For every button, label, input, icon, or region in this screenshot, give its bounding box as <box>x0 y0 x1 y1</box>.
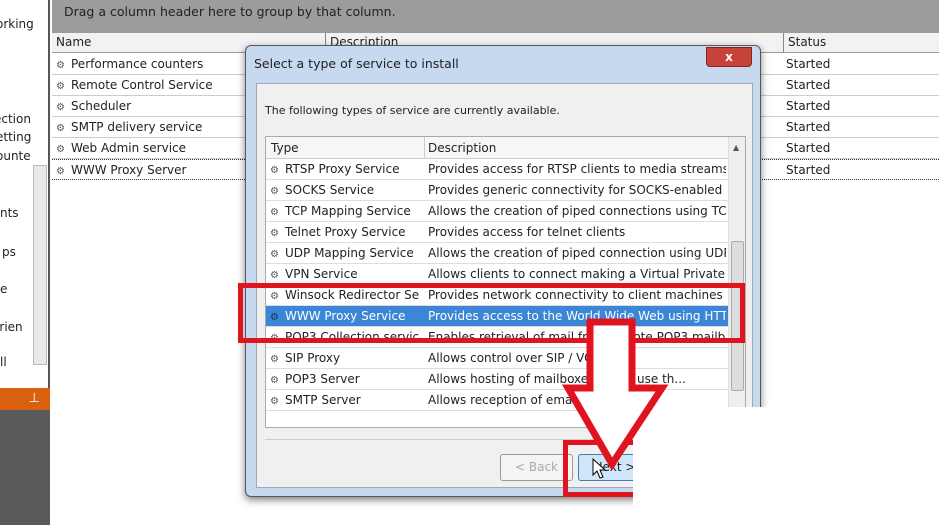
service-type: UDP Mapping Service <box>285 246 414 260</box>
service-name: SMTP delivery service <box>71 120 203 134</box>
sidebar-item[interactable]: ll <box>0 355 26 369</box>
close-button[interactable]: x <box>706 47 752 67</box>
gear-icon: ⚙ <box>270 270 279 281</box>
sidebar-item[interactable]: ps <box>2 245 26 259</box>
service-name: Remote Control Service <box>71 78 213 92</box>
gear-icon: ⚙ <box>270 228 279 239</box>
gear-icon: ⚙ <box>56 81 65 92</box>
service-description: Provides access for telnet clients <box>428 225 626 239</box>
status: Started <box>786 163 831 177</box>
sidebar-item[interactable]: e <box>0 282 26 296</box>
gear-icon: ⚙ <box>56 144 65 155</box>
gear-icon: ⚙ <box>56 123 65 134</box>
service-type: VPN Service <box>285 267 358 281</box>
service-type: TCP Mapping Service <box>285 204 411 218</box>
gear-icon: ⚙ <box>270 396 279 407</box>
column-description[interactable]: Description <box>428 141 496 155</box>
dialog-title: Select a type of service to install <box>254 56 459 71</box>
service-description: Allows the creation of piped connection … <box>428 246 726 260</box>
group-by-area[interactable]: Drag a column header here to group by th… <box>52 0 939 33</box>
status: Started <box>786 99 831 113</box>
sidebar-scrollbar[interactable] <box>33 165 47 365</box>
sidebar-item[interactable]: erien <box>0 320 26 334</box>
mouse-cursor-icon <box>592 458 607 479</box>
gear-icon: ⚙ <box>56 102 65 113</box>
dark-panel <box>0 410 50 525</box>
sidebar-item[interactable]: ounte <box>0 149 31 163</box>
gear-icon: ⚙ <box>270 249 279 260</box>
intro-text: The following types of service are curre… <box>265 104 560 117</box>
sidebar-item[interactable]: orking <box>0 17 34 31</box>
service-type: POP3 Server <box>285 372 360 386</box>
pin-bar[interactable]: ⊥ <box>0 388 50 410</box>
gear-icon: ⚙ <box>56 166 65 177</box>
service-type: SMTP Server <box>285 393 361 407</box>
list-item[interactable]: ⚙ SOCKS Service Provides generic connectiv… <box>266 180 728 201</box>
sidebar-item[interactable]: etting <box>0 130 31 144</box>
status: Started <box>786 120 831 134</box>
sidebar-item[interactable]: ection <box>0 112 31 126</box>
list-scrollbar[interactable]: ▲ <box>728 137 745 427</box>
down-arrow-icon <box>561 318 669 471</box>
list-item[interactable]: ⚙ Telnet Proxy Service Provides access for… <box>266 222 728 243</box>
status: Started <box>786 78 831 92</box>
list-item[interactable]: ⚙ TCP Mapping Service Allows the creation … <box>266 201 728 222</box>
column-name[interactable]: Name <box>56 35 91 49</box>
sidebar-item[interactable]: nts <box>0 206 26 220</box>
service-type: SOCKS Service <box>285 183 375 197</box>
service-type: RTSP Proxy Service <box>285 162 400 176</box>
service-type: SIP Proxy <box>285 351 341 365</box>
status: Started <box>786 57 831 71</box>
service-name: Web Admin service <box>71 141 187 155</box>
gear-icon: ⚙ <box>270 165 279 176</box>
gear-icon: ⚙ <box>270 186 279 197</box>
gear-icon: ⚙ <box>56 60 65 71</box>
service-description: Allows clients to connect making a Virtu… <box>428 267 726 281</box>
gear-icon: ⚙ <box>270 207 279 218</box>
scroll-up-icon[interactable]: ▲ <box>733 143 739 152</box>
list-header: Type Description <box>266 137 728 159</box>
service-name: Scheduler <box>71 99 132 113</box>
service-description: Provides access for RTSP clients to medi… <box>428 162 726 176</box>
column-status[interactable]: Status <box>788 35 826 49</box>
service-name: Performance counters <box>71 57 204 71</box>
service-description: Allows the creation of piped connections… <box>428 204 726 218</box>
gear-icon: ⚙ <box>270 354 279 365</box>
list-item[interactable]: ⚙ VPN Service Allows clients to connect ma… <box>266 264 728 285</box>
service-type-list: Type Description ⚙ RTSP Proxy Service Prov… <box>265 136 746 428</box>
service-description: Provides generic connectivity for SOCKS-… <box>428 183 726 197</box>
service-name: WWW Proxy Server <box>71 163 187 177</box>
service-type: Telnet Proxy Service <box>285 225 406 239</box>
pin-icon[interactable]: ⊥ <box>29 391 40 406</box>
status: Started <box>786 141 831 155</box>
list-item[interactable]: ⚙ UDP Mapping Service Allows the creation … <box>266 243 728 264</box>
list-item[interactable]: ⚙ RTSP Proxy Service Provides access for R… <box>266 159 728 180</box>
column-type[interactable]: Type <box>271 141 299 155</box>
gear-icon: ⚙ <box>270 375 279 386</box>
